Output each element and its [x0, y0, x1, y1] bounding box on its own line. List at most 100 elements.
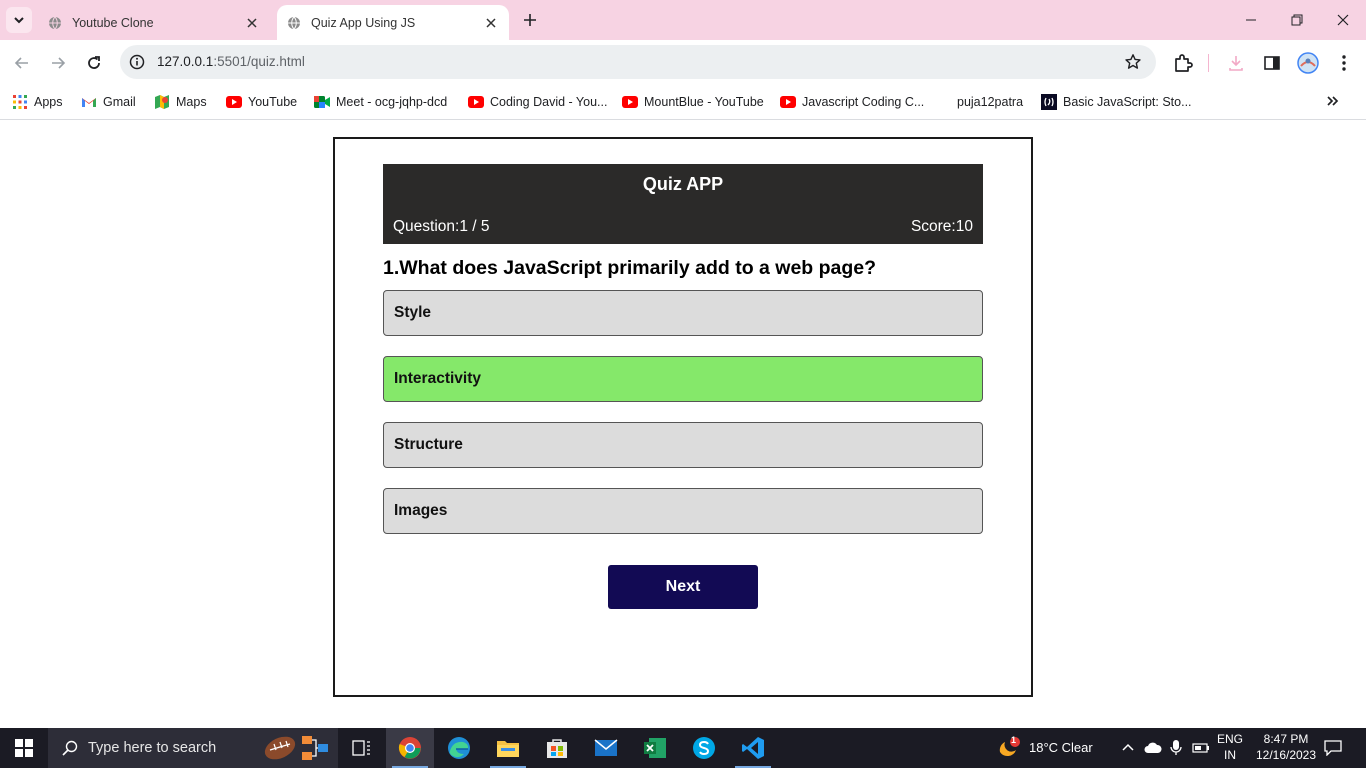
forward-button[interactable] [45, 50, 71, 76]
bookmark-label: puja12patra [957, 95, 1024, 109]
taskbar-vscode[interactable] [729, 728, 777, 768]
notification-icon[interactable] [1324, 740, 1342, 756]
task-view-icon [352, 740, 370, 756]
double-chevron-right-icon[interactable] [1326, 94, 1344, 112]
bookmark-star-icon[interactable] [1124, 53, 1142, 71]
battery-icon[interactable] [1192, 742, 1210, 754]
excel-icon [644, 738, 666, 758]
close-window-button[interactable] [1320, 0, 1366, 40]
taskbar-excel[interactable] [631, 728, 679, 768]
taskbar-edge[interactable] [435, 728, 483, 768]
bookmark-coding-david[interactable]: Coding David - You... [468, 92, 607, 112]
profile-avatar[interactable] [1297, 52, 1319, 74]
tab-title: Quiz App Using JS [311, 15, 416, 30]
page-content: Quiz APP Question:1 / 5 Score:10 1.What … [0, 121, 1366, 728]
back-button[interactable] [9, 50, 35, 76]
bookmark-label: Javascript Coding C... [802, 95, 925, 109]
region-code: IN [1224, 748, 1236, 762]
minimize-button[interactable] [1228, 0, 1274, 40]
tab-youtube-clone[interactable]: Youtube Clone [38, 5, 270, 40]
next-button[interactable]: Next [608, 565, 758, 609]
side-panel-icon[interactable] [1261, 52, 1283, 74]
url-host: 127.0.0.1 [157, 54, 214, 69]
reload-icon [88, 56, 100, 69]
new-tab-button[interactable] [518, 10, 542, 30]
vscode-icon [742, 737, 764, 759]
bookmark-meet[interactable]: Meet - ocg-jqhp-dcd [314, 92, 447, 112]
search-highlight-icon [264, 736, 328, 760]
bookmark-mountblue[interactable]: MountBlue - YouTube [622, 92, 764, 112]
restore-icon [1291, 14, 1303, 26]
quiz-header: Quiz APP Question:1 / 5 Score:10 [383, 164, 983, 244]
youtube-icon [622, 94, 638, 110]
bookmark-label: MountBlue - YouTube [644, 95, 764, 109]
language-code: ENG [1216, 732, 1243, 746]
bookmark-basic-javascript[interactable]: Basic JavaScript: Sto... [1041, 92, 1192, 112]
score-label: Score: [910, 218, 956, 235]
start-button[interactable] [0, 728, 48, 768]
chrome-icon [398, 737, 421, 759]
question-text: 1.What does JavaScript primarily add to … [383, 257, 877, 279]
bookmark-puja12patra[interactable]: puja12patra [957, 92, 1023, 112]
bookmark-maps[interactable]: Maps [154, 92, 207, 112]
weather-badge: 1 [1011, 735, 1017, 745]
bookmark-label: Coding David - You... [490, 95, 608, 109]
microphone-icon[interactable] [1170, 740, 1182, 756]
reload-button[interactable] [81, 50, 107, 76]
answer-option[interactable]: Images [383, 488, 983, 534]
question-progress: 1 / 5 [459, 218, 490, 235]
language-indicator[interactable]: ENG IN [1212, 731, 1248, 763]
tab-title: Youtube Clone [72, 15, 154, 30]
url-text[interactable]: 127.0.0.1:5501/quiz.html [157, 54, 305, 69]
task-view-button[interactable] [338, 728, 386, 768]
taskbar-chrome[interactable] [386, 728, 434, 768]
store-icon [547, 739, 567, 758]
answer-option[interactable]: Structure [383, 422, 983, 468]
folder-icon [497, 741, 519, 757]
bookmark-label: YouTube [248, 95, 298, 109]
clock-date: 12/16/2023 [1255, 748, 1317, 762]
bookmark-label: Gmail [103, 95, 136, 109]
maps-icon [154, 94, 170, 110]
question-counter: Question:1 / 5 [393, 218, 490, 236]
address-bar[interactable]: 127.0.0.1:5501/quiz.html [120, 45, 1156, 79]
close-icon[interactable] [244, 15, 260, 31]
close-icon[interactable] [483, 15, 499, 31]
restore-button[interactable] [1274, 0, 1320, 40]
weather-text[interactable]: 18°C Clear [1029, 740, 1093, 755]
site-info-icon[interactable] [128, 53, 146, 71]
system-clock[interactable]: 8:47 PM 12/16/2023 [1246, 731, 1326, 763]
tab-search-button[interactable] [6, 7, 32, 33]
plus-icon [524, 14, 536, 26]
cloud-icon[interactable] [1144, 742, 1162, 754]
youtube-icon [780, 94, 796, 110]
youtube-icon [468, 94, 484, 110]
bookmark-youtube[interactable]: YouTube [226, 92, 297, 112]
taskbar-file-explorer[interactable] [484, 728, 532, 768]
url-path: :5501/quiz.html [213, 54, 305, 69]
answer-option[interactable]: Style [383, 290, 983, 336]
answer-option-correct[interactable]: Interactivity [383, 356, 983, 402]
tab-quiz-app[interactable]: Quiz App Using JS [277, 5, 509, 40]
bookmark-apps[interactable]: Apps [12, 92, 63, 112]
extensions-icon[interactable] [1172, 52, 1194, 74]
download-icon[interactable] [1225, 52, 1247, 74]
edge-icon [448, 737, 470, 759]
bookmark-label: Meet - ocg-jqhp-dcd [336, 95, 448, 109]
taskbar-mail[interactable] [582, 728, 630, 768]
taskbar-search-box[interactable]: Type here to search [48, 728, 338, 768]
search-icon [62, 740, 78, 756]
globe-icon [288, 16, 300, 29]
bookmarks-bar: Apps Gmail Maps YouTube Meet - ocg-jqhp-… [0, 85, 1366, 120]
taskbar-skype[interactable] [680, 728, 728, 768]
taskbar-store[interactable] [533, 728, 581, 768]
menu-kebab-icon[interactable] [1333, 52, 1355, 74]
bookmark-gmail[interactable]: Gmail [81, 92, 136, 112]
chevron-up-icon[interactable] [1122, 742, 1134, 752]
quiz-title: Quiz APP [642, 174, 724, 194]
bookmark-javascript-coding[interactable]: Javascript Coding C... [780, 92, 924, 112]
windows-logo-icon [15, 739, 33, 757]
meet-icon [314, 94, 330, 110]
close-icon [1337, 14, 1349, 26]
bookmark-label: Basic JavaScript: Sto... [1063, 95, 1192, 109]
